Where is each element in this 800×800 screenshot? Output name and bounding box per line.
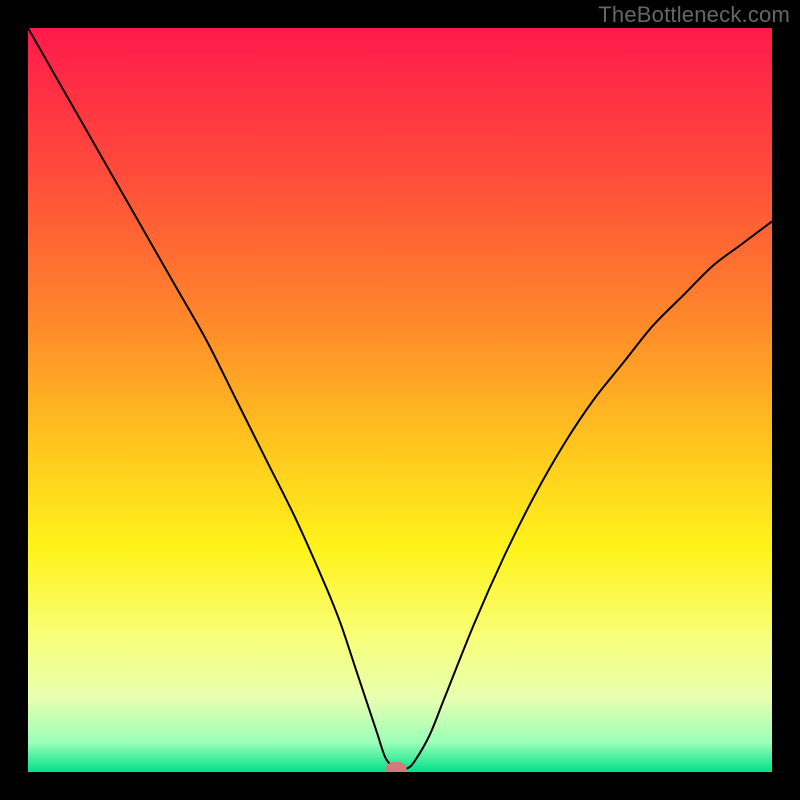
chart-frame: TheBottleneck.com	[0, 0, 800, 800]
chart-svg	[28, 28, 772, 772]
watermark-text: TheBottleneck.com	[598, 2, 790, 28]
plot-area	[28, 28, 772, 772]
gradient-background	[28, 28, 772, 772]
